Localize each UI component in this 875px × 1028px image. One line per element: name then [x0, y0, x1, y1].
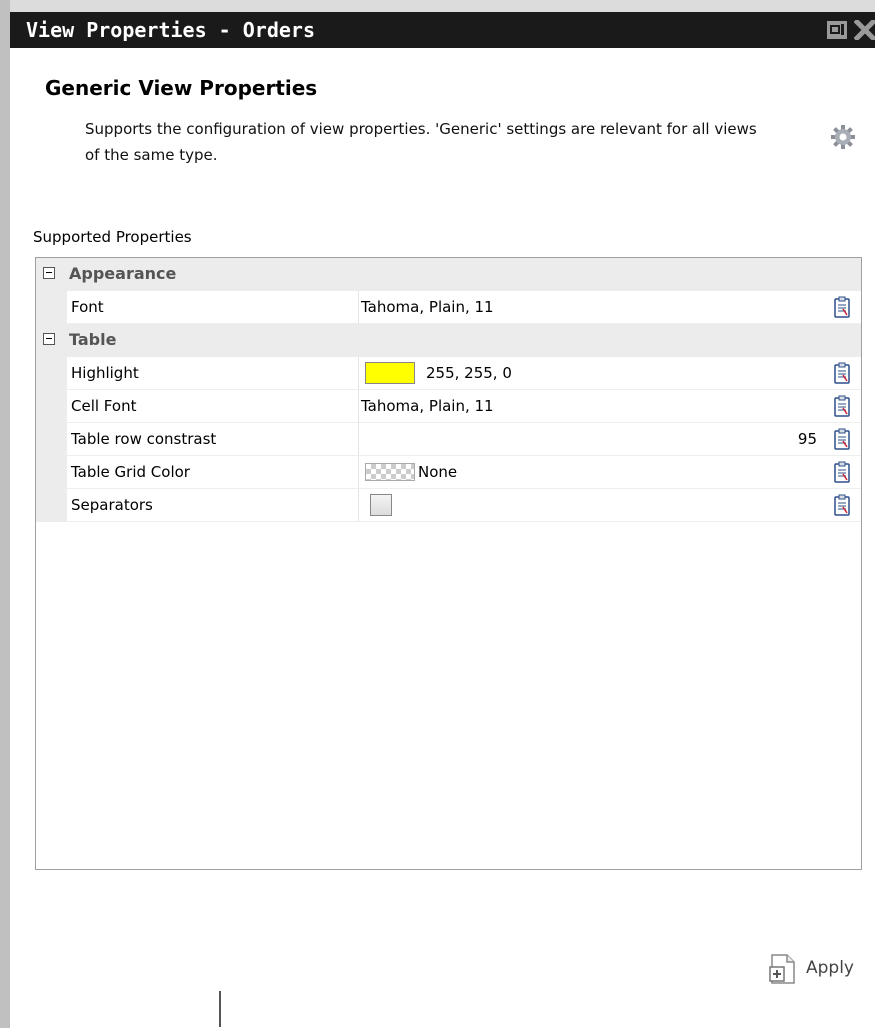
row-gutter	[36, 489, 67, 522]
collapse-icon[interactable]	[43, 333, 55, 345]
group-row-table[interactable]: Table	[36, 324, 861, 357]
row-gutter	[36, 423, 67, 456]
property-value[interactable]: Tahoma, Plain, 11	[361, 298, 494, 316]
clipboard-icon[interactable]	[834, 296, 850, 318]
column-divider	[358, 390, 359, 423]
property-name: Table Grid Color	[71, 463, 190, 481]
property-name: Table row constrast	[71, 430, 217, 448]
top-strip	[0, 0, 875, 12]
group-label-appearance: Appearance	[69, 264, 177, 283]
row-gutter	[36, 291, 67, 324]
color-swatch[interactable]	[365, 362, 415, 384]
restore-icon[interactable]	[826, 20, 848, 40]
apply-icon[interactable]	[768, 953, 798, 985]
property-name: Cell Font	[71, 397, 137, 415]
gear-icon	[828, 122, 858, 152]
property-grid: Appearance Font Tahoma, Plain, 11 Table …	[35, 257, 862, 870]
clipboard-icon[interactable]	[834, 395, 850, 417]
row-gutter	[36, 390, 67, 423]
separators-checkbox[interactable]	[370, 494, 392, 516]
column-divider	[358, 423, 359, 456]
text-cursor	[219, 991, 221, 1027]
property-name: Highlight	[71, 364, 139, 382]
transparent-swatch[interactable]	[365, 463, 415, 481]
page-heading: Generic View Properties	[45, 76, 318, 100]
property-value[interactable]: None	[418, 463, 457, 481]
close-icon[interactable]	[853, 18, 875, 42]
property-name: Separators	[71, 496, 153, 514]
page-description: Supports the configuration of view prope…	[85, 120, 757, 164]
property-row-cell-font[interactable]: Cell Font Tahoma, Plain, 11	[36, 390, 861, 423]
row-gutter	[36, 456, 67, 489]
group-label-table: Table	[69, 330, 117, 349]
collapse-icon[interactable]	[43, 267, 55, 279]
property-row-highlight[interactable]: Highlight 255, 255, 0	[36, 357, 861, 390]
clipboard-icon[interactable]	[834, 461, 850, 483]
property-value[interactable]: 255, 255, 0	[426, 364, 512, 382]
clipboard-icon[interactable]	[834, 362, 850, 384]
window-left-border	[0, 0, 10, 1028]
column-divider	[358, 489, 359, 522]
row-gutter	[36, 357, 67, 390]
property-row-separators[interactable]: Separators	[36, 489, 861, 522]
clipboard-icon[interactable]	[834, 428, 850, 450]
clipboard-icon[interactable]	[834, 494, 850, 516]
property-value[interactable]: Tahoma, Plain, 11	[361, 397, 494, 415]
property-row-table-row-constrast[interactable]: Table row constrast 95	[36, 423, 861, 456]
property-row-font[interactable]: Font Tahoma, Plain, 11	[36, 291, 861, 324]
property-value[interactable]: 95	[798, 430, 817, 448]
supported-properties-label: Supported Properties	[33, 228, 192, 246]
group-row-appearance[interactable]: Appearance	[36, 258, 861, 291]
title-bar: View Properties - Orders	[10, 12, 875, 48]
column-divider	[358, 291, 359, 324]
column-divider	[358, 357, 359, 390]
property-name: Font	[71, 298, 104, 316]
property-row-table-grid-color[interactable]: Table Grid Color None	[36, 456, 861, 489]
window-title: View Properties - Orders	[26, 18, 315, 42]
apply-button[interactable]: Apply	[806, 958, 854, 978]
column-divider	[358, 456, 359, 489]
row-divider	[67, 521, 861, 522]
